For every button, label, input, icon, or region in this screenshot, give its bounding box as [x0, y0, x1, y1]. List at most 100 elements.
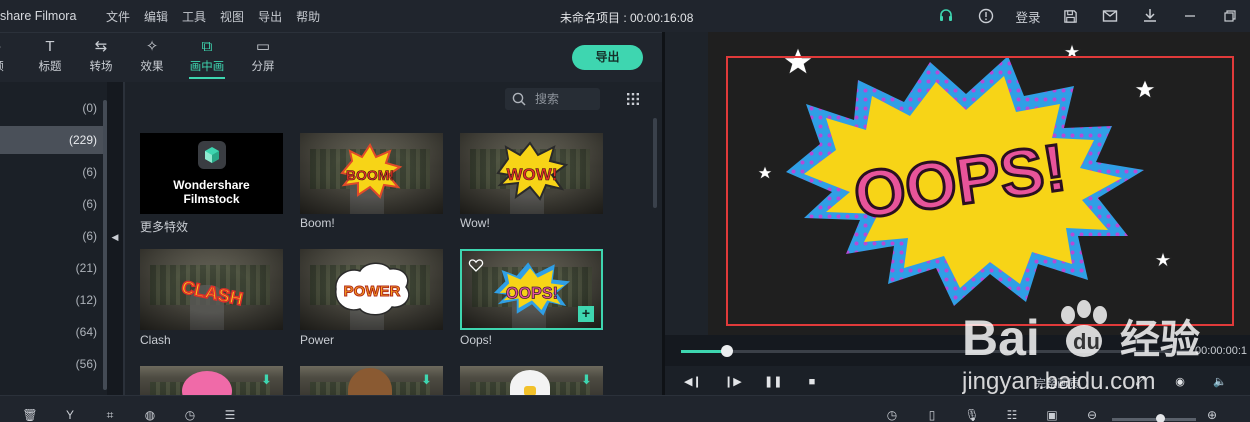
- plus-circle-icon: ⊕: [1206, 409, 1218, 422]
- login-button[interactable]: 登录: [1006, 0, 1050, 32]
- clash-sticker: CLASH: [179, 276, 245, 310]
- speed-button[interactable]: ◷: [182, 409, 198, 422]
- category-item[interactable]: (6): [0, 222, 107, 250]
- project-title: 未命名项目 : 00:00:16:08: [560, 11, 694, 25]
- zoom-out-button[interactable]: ⊖: [1084, 409, 1100, 422]
- tab-titles-label: 标题: [38, 61, 62, 73]
- add-to-timeline-button[interactable]: +: [578, 306, 594, 322]
- headset-icon: [940, 9, 952, 21]
- tab-pip[interactable]: ⧉ 画中画: [187, 37, 227, 79]
- prev-frame-button[interactable]: ◀❙: [684, 374, 702, 390]
- info-icon: [978, 8, 994, 24]
- grid-scrollbar[interactable]: [653, 118, 657, 208]
- undo-button[interactable]: Y: [62, 409, 78, 422]
- tab-split-screen[interactable]: ▭ 分屏: [243, 37, 283, 74]
- info-button[interactable]: [966, 0, 1006, 32]
- transition-icon: ⇆: [94, 38, 108, 55]
- category-item[interactable]: (21): [0, 254, 107, 282]
- selection-frame: [726, 56, 1234, 326]
- media-toolbar: ♪ 频 T 标题 ⇆ 转场 ✧ 效果 ⧉ 画中画 ▭ 分屏 导出: [0, 32, 662, 82]
- download-icon[interactable]: ⬇: [581, 372, 592, 388]
- adjust-button[interactable]: ☰: [222, 409, 238, 422]
- stop-button[interactable]: ■: [804, 374, 820, 390]
- tab-audio[interactable]: ♪ 频: [0, 37, 18, 74]
- category-item[interactable]: (6): [0, 158, 107, 186]
- restore-icon: [1224, 10, 1236, 22]
- tab-effects[interactable]: ✧ 效果: [132, 37, 172, 74]
- menu-edit[interactable]: 编辑: [144, 8, 168, 25]
- menu-tools[interactable]: 工具: [182, 8, 206, 25]
- category-item[interactable]: (64): [0, 318, 107, 346]
- zoom-in-button[interactable]: ⊕: [1204, 409, 1220, 422]
- menu-view[interactable]: 视图: [220, 8, 244, 25]
- crop-button[interactable]: ⌗: [102, 409, 118, 422]
- fullscreen-icon: ⤢: [1135, 376, 1145, 388]
- playback-scrubber[interactable]: [681, 350, 1189, 353]
- scrubber-handle[interactable]: [721, 345, 733, 357]
- menu-help[interactable]: 帮助: [296, 8, 320, 25]
- trash-icon: 🗑: [22, 409, 38, 422]
- menu-bar: 文件 编辑 工具 视图 导出 帮助: [106, 8, 320, 25]
- thumb-caption: Power: [300, 333, 335, 347]
- filmstock-thumb[interactable]: Wondershare Filmstock: [140, 133, 283, 214]
- effects-grid: [125, 82, 662, 395]
- pip-track-button[interactable]: ▣: [1044, 409, 1060, 422]
- menu-export[interactable]: 导出: [258, 8, 282, 25]
- search-icon[interactable]: [512, 92, 526, 106]
- next-frame-button[interactable]: ❙▶: [724, 374, 742, 390]
- boom-thumb[interactable]: BOOM!: [300, 133, 443, 214]
- category-item[interactable]: (12): [0, 286, 107, 314]
- pause-button[interactable]: ❚❚: [764, 374, 783, 390]
- support-button[interactable]: [926, 0, 966, 32]
- wow-sticker-text: WOW!: [507, 165, 558, 184]
- save-button[interactable]: [1050, 0, 1090, 32]
- clash-thumb[interactable]: CLASH: [140, 249, 283, 330]
- category-scrollbar[interactable]: [103, 100, 107, 390]
- power-thumb[interactable]: POWER: [300, 249, 443, 330]
- step-forward-icon: ❙▶: [724, 376, 742, 388]
- mail-button[interactable]: [1090, 0, 1130, 32]
- wow-thumb[interactable]: WOW!: [460, 133, 603, 214]
- zoom-slider[interactable]: [1112, 418, 1196, 421]
- collapse-panel-button[interactable]: ◀: [108, 232, 122, 248]
- record-voice-button[interactable]: 🎙: [964, 409, 980, 422]
- sliders-icon: ☰: [224, 409, 236, 422]
- tab-transitions[interactable]: ⇆ 转场: [81, 37, 121, 74]
- app-title: share Filmora: [0, 9, 77, 23]
- export-button[interactable]: 导出: [572, 45, 643, 70]
- save-icon: [1063, 9, 1077, 23]
- quality-selector[interactable]: 完整画质: [1035, 375, 1079, 391]
- category-item[interactable]: (6): [0, 190, 107, 218]
- thumb-caption: Oops!: [460, 333, 493, 347]
- text-icon: T: [45, 38, 55, 55]
- download-icon[interactable]: ⬇: [421, 372, 432, 388]
- heart-icon[interactable]: [468, 257, 484, 273]
- render-button[interactable]: ◷: [884, 409, 900, 422]
- fullscreen-button[interactable]: ⤢: [1132, 374, 1148, 390]
- download-icon[interactable]: ⬇: [261, 372, 272, 388]
- eagle-beak-shape: [524, 386, 536, 395]
- tab-titles[interactable]: T 标题: [30, 37, 70, 74]
- category-item[interactable]: (56): [0, 350, 107, 378]
- restore-button[interactable]: [1210, 0, 1250, 32]
- category-item[interactable]: (0): [0, 94, 107, 122]
- oops-sticker-text: OOPS!: [506, 285, 558, 303]
- minimize-button[interactable]: [1170, 0, 1210, 32]
- wow-sticker: WOW!: [496, 141, 569, 201]
- category-item-selected[interactable]: (229): [0, 126, 107, 154]
- playback-timecode: 00:00:00:1: [1195, 345, 1247, 357]
- menu-file[interactable]: 文件: [106, 8, 130, 25]
- tab-transitions-label: 转场: [89, 61, 113, 73]
- grid-view-icon[interactable]: [626, 92, 640, 106]
- filmstock-text-line1: Wondershare: [173, 178, 250, 192]
- pause-icon: ❚❚: [764, 376, 783, 388]
- zoom-slider-handle[interactable]: [1156, 414, 1165, 422]
- marker-button[interactable]: ▯: [924, 409, 940, 422]
- delete-button[interactable]: 🗑: [22, 409, 38, 422]
- snapshot-button[interactable]: ◉: [1172, 374, 1188, 390]
- volume-button[interactable]: 🔈: [1212, 374, 1228, 390]
- download-button[interactable]: [1130, 0, 1170, 32]
- subtitle-button[interactable]: ☷: [1004, 409, 1020, 422]
- color-button[interactable]: ◍: [142, 409, 158, 422]
- split-screen-icon: ▭: [255, 38, 271, 55]
